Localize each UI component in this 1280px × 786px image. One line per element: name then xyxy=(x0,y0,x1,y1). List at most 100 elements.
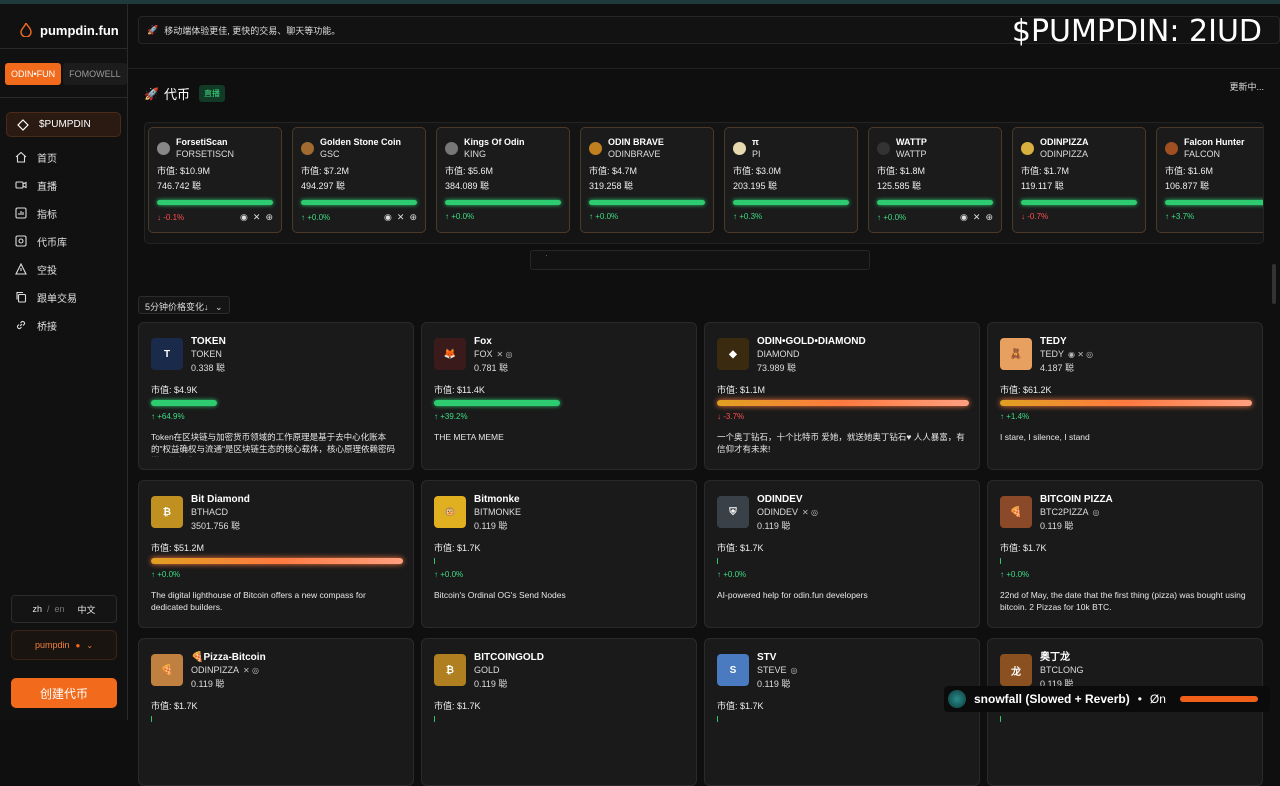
token-symbol: BITMONKE xyxy=(474,507,522,517)
tab-odin-fun[interactable]: ODIN•FUN xyxy=(5,63,62,85)
page-scrollbar[interactable] xyxy=(1272,264,1276,304)
token-symbol-row: ODINPIZZA ✕ ◎ xyxy=(191,664,266,677)
sort-dropdown[interactable]: 5分钟价格变化↓ ⌄ xyxy=(138,296,230,314)
token-symbol-row: BTCLONG xyxy=(1040,664,1088,677)
player-progress[interactable] xyxy=(1179,696,1258,702)
token-progress-bar xyxy=(717,716,718,722)
ticker-amount: 125.585 聪 xyxy=(877,181,922,191)
token-progress xyxy=(151,716,401,722)
token-card[interactable]: S STV STEVE ◎ 0.119 聪市值: $1.7K xyxy=(704,638,980,786)
token-card[interactable]: ₿ Bit Diamond BTHACD 3501.756 聪市值: $51.2M ↑ … xyxy=(138,480,414,628)
token-amount: 3501.756 聪 xyxy=(191,521,241,531)
token-description xyxy=(151,728,401,754)
ticker-change: ↑ +0.0% xyxy=(877,213,906,222)
token-card[interactable]: ◆ ODIN•GOLD•DIAMOND DIAMOND 73.989 聪市值: $1.… xyxy=(704,322,980,470)
nav-item-live[interactable]: 直播 xyxy=(0,171,127,199)
token-name: 奥丁龙 xyxy=(1040,652,1070,663)
ticker-card[interactable]: ForsetiScan FORSETISCN 市值: $10.9M 746.742 聪… xyxy=(148,127,282,233)
token-card[interactable]: T TOKEN TOKEN 0.338 聪市值: $4.9K ↑ +64.9% Token… xyxy=(138,322,414,470)
social-badges[interactable]: ✕ ◎ xyxy=(497,348,513,361)
token-symbol: DIAMOND xyxy=(757,349,800,359)
ticker-card[interactable]: ODIN BRAVE ODINBRAVE 市值: $4.7M 319.258 聪 ↑ +… xyxy=(580,127,714,233)
telegram-icon[interactable]: ◉ xyxy=(960,212,968,223)
token-market-cap: 市值: $1.7K xyxy=(717,701,764,711)
token-market-cap: 市值: $1.7K xyxy=(717,543,764,553)
language-switcher[interactable]: zh / en 中文 xyxy=(11,595,117,623)
ticker-card[interactable]: ODINPIZZA ODINPIZZA 市值: $1.7M 119.117 聪 ↓ -0… xyxy=(1012,127,1146,233)
telegram-icon[interactable]: ◉ xyxy=(384,212,392,223)
token-avatar: 🐵 xyxy=(434,496,466,528)
token-ticker: ForsetiScan FORSETISCN 市值: $10.9M 746.742 聪… xyxy=(144,122,1264,244)
token-description: 一个奥丁钻石，十个比特币 爱她，就送她奥丁钻石♥ 人人暴富，有信仰才有未来! xyxy=(717,432,965,454)
flame-icon: ● xyxy=(75,640,81,650)
nav-item-token-vault[interactable]: 代币库 xyxy=(0,227,127,255)
token-card[interactable]: 龙奥丁龙BTCLONG0.119 聪市值: $1.7K xyxy=(987,638,1263,786)
coin-icon xyxy=(733,142,746,155)
token-card[interactable]: 🍕 🍕Pizza-Bitcoin ODINPIZZA ✕ ◎ 0.119 聪市值: $1… xyxy=(138,638,414,786)
token-market-cap: 市值: $1.1M xyxy=(717,385,766,395)
token-card[interactable]: 🐵 Bitmonke BITMONKE 0.119 聪市值: $1.7K ↑ +0.0%… xyxy=(421,480,697,628)
ticker-market-cap: 市值: $1.6M xyxy=(1165,166,1214,176)
ticker-card[interactable]: π PI 市值: $3.0M 203.195 聪 ↑ +0.3% xyxy=(724,127,858,233)
token-symbol: STEVE xyxy=(757,665,787,675)
nav-item-copy-trade[interactable]: 跟单交易 xyxy=(0,283,127,311)
lang-en[interactable]: en xyxy=(55,604,65,614)
trend-arrow-icon: ↓ xyxy=(717,412,721,421)
social-badges[interactable]: ◉ ✕ ◎ xyxy=(1068,348,1093,361)
ticker-card[interactable]: Falcon Hunter FALCON 市值: $1.6M 106.877 聪 ↑ +… xyxy=(1156,127,1263,233)
ticker-change: ↓ -0.1% xyxy=(157,213,184,222)
ticker-symbol: GSC xyxy=(320,149,340,159)
token-progress xyxy=(434,716,684,722)
ticker-symbol: KING xyxy=(464,149,487,159)
token-market-cap: 市值: $1.7K xyxy=(1000,543,1047,553)
nav-item-bridge[interactable]: 桥接 xyxy=(0,311,127,339)
globe-icon[interactable]: ⊕ xyxy=(265,212,273,223)
nav-item-metrics[interactable]: 指标 xyxy=(0,199,127,227)
tab-fomowell[interactable]: FOMOWELL xyxy=(63,63,127,85)
ticker-scrollbar[interactable]: · xyxy=(530,250,870,270)
ticker-card[interactable]: WATTP WATTP 市值: $1.8M 125.585 聪 ↑ +0.0% ◉ ✕ ⊕ xyxy=(868,127,1002,233)
token-card[interactable]: ₿ BITCOINGOLD GOLD 0.119 聪市值: $1.7K xyxy=(421,638,697,786)
token-card[interactable]: 🦊 Fox FOX ✕ ◎ 0.781 聪市值: $11.4K ↑ +39.2% THE M… xyxy=(421,322,697,470)
brand-logo[interactable]: pumpdin.fun xyxy=(0,4,127,44)
token-description: THE META MEME xyxy=(434,432,504,442)
nav-item-airdrop[interactable]: 空投 xyxy=(0,255,127,283)
social-badges[interactable]: ✕ ◎ xyxy=(802,506,818,519)
ticker-amount: 319.258 聪 xyxy=(589,181,634,191)
user-menu[interactable]: pumpdin ● ⌄ xyxy=(11,630,117,660)
x-icon[interactable]: ✕ xyxy=(253,212,261,223)
ticker-card[interactable]: Golden Stone Coin GSC 市值: $7.2M 494.297 聪 ↑ … xyxy=(292,127,426,233)
ticker-card[interactable]: Kings Of Odin KING 市值: $5.6M 384.089 聪 ↑ +0.… xyxy=(436,127,570,233)
token-amount: 0.119 聪 xyxy=(474,679,508,689)
x-icon[interactable]: ✕ xyxy=(973,212,981,223)
nav-item-pumpdin[interactable]: $PUMPDIN xyxy=(6,112,121,137)
lang-zh-cn[interactable]: 中文 xyxy=(78,603,96,616)
token-progress-bar xyxy=(434,400,560,406)
ticker-footer: ↑ +0.3% xyxy=(733,212,849,221)
lang-zh[interactable]: zh xyxy=(32,604,42,614)
token-card[interactable]: ⛨ ODINDEV ODINDEV ✕ ◎ 0.119 聪市值: $1.7K ↑ +0.0… xyxy=(704,480,980,628)
trend-arrow-icon: ↑ xyxy=(434,570,438,579)
social-badges[interactable]: ◎ xyxy=(791,664,798,677)
vault-icon xyxy=(15,235,27,247)
globe-icon[interactable]: ⊕ xyxy=(409,212,417,223)
telegram-icon[interactable]: ◉ xyxy=(240,212,248,223)
token-card[interactable]: 🧸 TEDY TEDY ◉ ✕ ◎ 4.187 聪市值: $61.2K ↑ +1.4% I … xyxy=(987,322,1263,470)
x-icon[interactable]: ✕ xyxy=(397,212,405,223)
social-badges[interactable]: ◎ xyxy=(1093,506,1100,519)
token-name: TEDY xyxy=(1040,336,1067,347)
coin-icon xyxy=(301,142,314,155)
ticker-card-header: Falcon Hunter FALCON xyxy=(1165,136,1263,164)
globe-icon[interactable]: ⊕ xyxy=(985,212,993,223)
token-name: ODINDEV xyxy=(757,494,803,505)
token-amount: 73.989 聪 xyxy=(757,363,797,373)
token-card[interactable]: 🍕 BITCOIN PIZZA BTC2PIZZA ◎ 0.119 聪市值: $1.7K… xyxy=(987,480,1263,628)
token-avatar: 🧸 xyxy=(1000,338,1032,370)
social-badges[interactable]: ✕ ◎ xyxy=(243,664,259,677)
create-token-button[interactable]: 创建代币 xyxy=(11,678,117,708)
token-progress-bar xyxy=(434,558,435,564)
ticker-amount: 106.877 聪 xyxy=(1165,181,1210,191)
music-player[interactable]: snowfall (Slowed + Reverb) • Øn xyxy=(944,686,1270,712)
nav-item-home[interactable]: 首页 xyxy=(0,143,127,171)
ticker-change-value: +0.3% xyxy=(739,212,763,221)
